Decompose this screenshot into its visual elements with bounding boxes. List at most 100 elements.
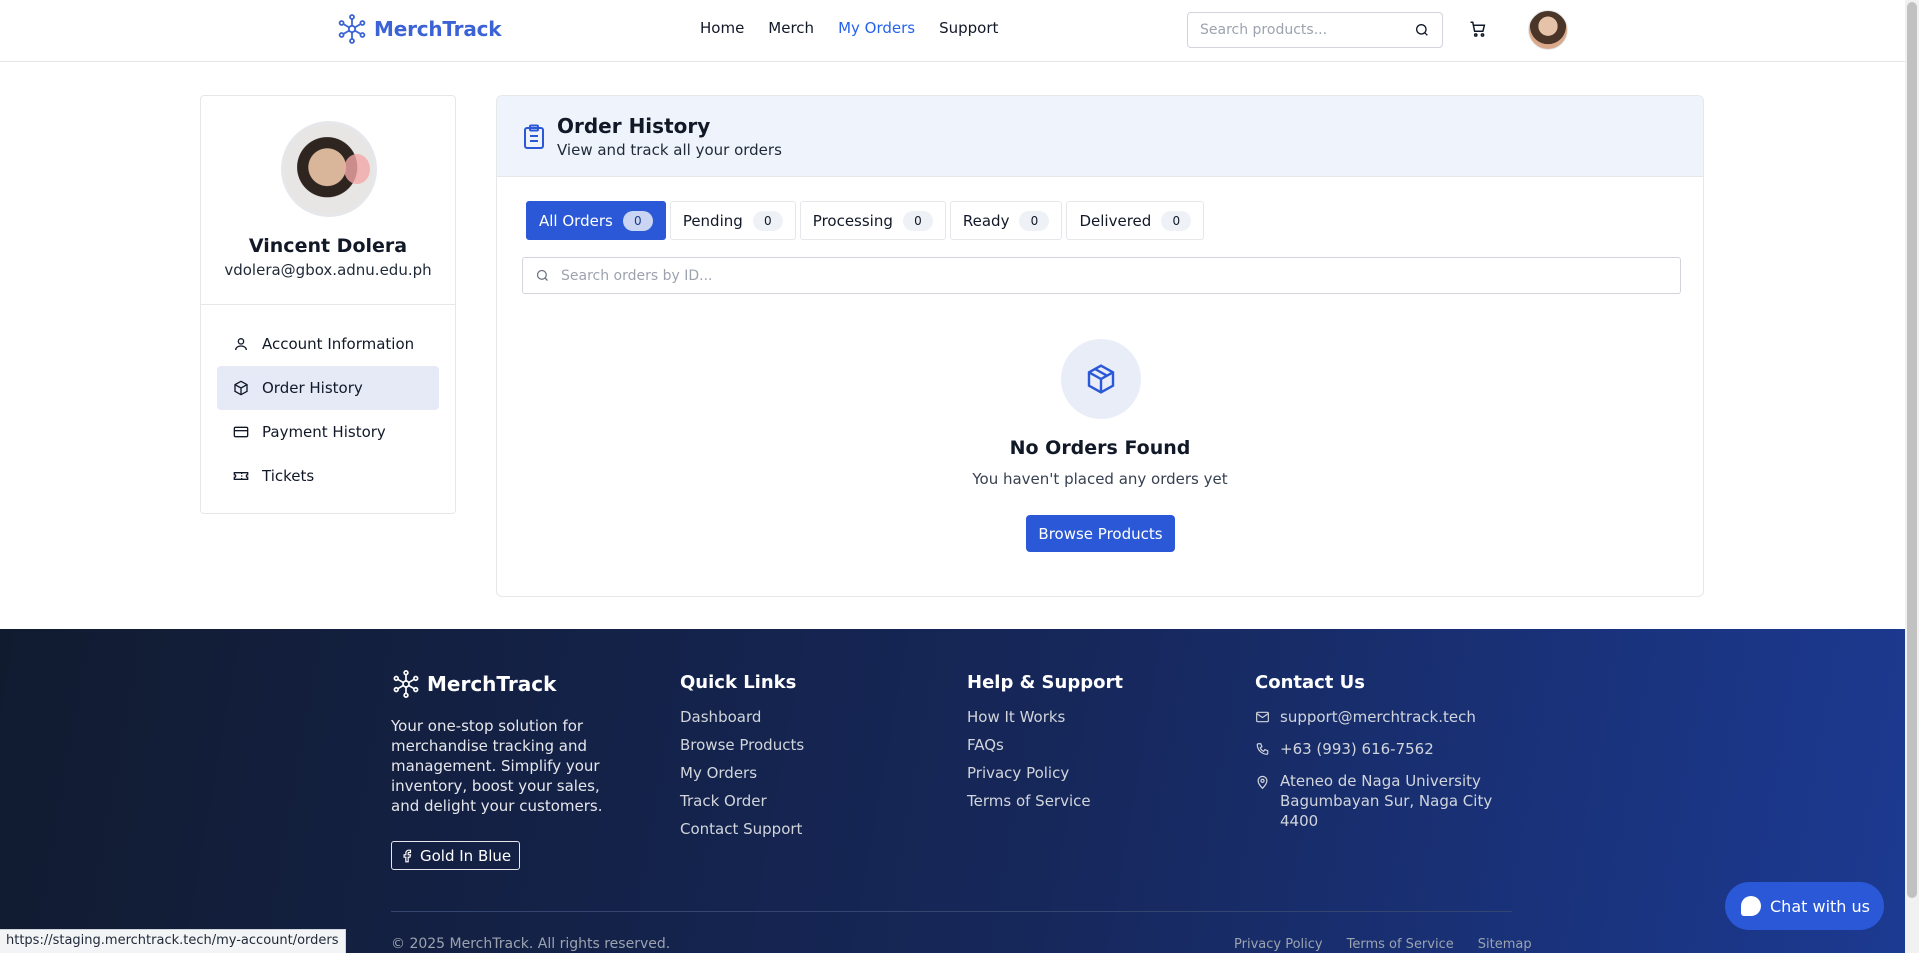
cart-button[interactable] (1466, 17, 1490, 41)
molecule-logo-icon (338, 14, 366, 44)
address-line-3: 4400 (1280, 812, 1319, 830)
clipboard-list-icon (524, 124, 544, 149)
package-icon (1087, 364, 1115, 394)
nav-support[interactable]: Support (939, 19, 998, 37)
count-badge: 0 (1161, 210, 1192, 231)
facebook-link[interactable]: Gold In Blue (391, 841, 521, 870)
footer-description: Your one-stop solution for merchandise t… (391, 717, 603, 815)
empty-state-badge (1061, 339, 1141, 419)
sidebar-divider (201, 304, 455, 305)
footer-brand[interactable]: MerchTrack (391, 669, 556, 699)
order-search (522, 257, 1681, 294)
address-line-2: Bagumbayan Sur, Naga City (1280, 792, 1493, 810)
page-title: Order History (557, 114, 711, 138)
tab-label: Ready (962, 211, 1010, 230)
product-search (1187, 12, 1443, 48)
sidebar-item-label: Payment History (262, 423, 386, 441)
tab-ready[interactable]: Ready 0 (949, 201, 1063, 240)
footer-link-contact-support[interactable]: Contact Support (680, 819, 804, 839)
contact-phone[interactable]: +63 (993) 616-7562 (1255, 739, 1492, 759)
footer-link-browse-products[interactable]: Browse Products (680, 735, 804, 755)
empty-state-subtitle: You haven't placed any orders yet (972, 470, 1228, 488)
count-badge: 0 (1019, 210, 1050, 231)
mail-icon (1256, 711, 1269, 723)
count-badge: 0 (622, 210, 653, 231)
order-status-tabs: All Orders 0 Pending 0 Processing 0 Read… (526, 201, 1205, 240)
credit-card-icon (233, 426, 249, 438)
footer-help: Help & Support How It Works FAQs Privacy… (967, 672, 1123, 819)
footer-bottom-sitemap[interactable]: Sitemap (1478, 937, 1532, 952)
copyright-text: © 2025 MerchTrack. All rights reserved. (391, 936, 671, 952)
search-icon (536, 269, 548, 281)
footer-link-dashboard[interactable]: Dashboard (680, 707, 804, 727)
package-icon (234, 380, 248, 396)
footer-bottom-terms[interactable]: Terms of Service (1347, 937, 1454, 952)
tab-all-orders[interactable]: All Orders 0 (526, 201, 666, 240)
sidebar-item-tickets[interactable]: Tickets (217, 454, 439, 498)
user-avatar-button[interactable] (1528, 10, 1568, 50)
footer-heading: Help & Support (967, 672, 1123, 693)
sidebar-item-label: Order History (262, 379, 363, 397)
order-history-header: Order History View and track all your or… (497, 96, 1703, 177)
account-sidebar: Vincent Dolera vdolera@gbox.adnu.edu.ph … (200, 95, 456, 514)
profile-name: Vincent Dolera (248, 235, 408, 257)
footer-bottom-privacy[interactable]: Privacy Policy (1234, 937, 1323, 952)
profile-email: vdolera@gbox.adnu.edu.ph (224, 261, 432, 279)
chat-button-label: Chat with us (1770, 896, 1870, 916)
search-icon[interactable] (1414, 22, 1430, 38)
contact-address: Ateneo de Naga University Bagumbayan Sur… (1255, 771, 1492, 831)
footer-link-privacy-policy[interactable]: Privacy Policy (967, 763, 1123, 783)
user-icon (235, 338, 247, 351)
chat-bubble-icon (1741, 896, 1761, 916)
nav-home[interactable]: Home (700, 19, 744, 37)
shopping-cart-icon (1470, 21, 1486, 37)
main-nav: Home Merch My Orders Support (700, 19, 998, 37)
address-line-1: Ateneo de Naga University (1280, 772, 1481, 790)
footer-link-how-it-works[interactable]: How It Works (967, 707, 1123, 727)
facebook-link-label: Gold In Blue (420, 846, 512, 865)
brand-link[interactable]: MerchTrack (336, 13, 502, 45)
browse-products-button[interactable]: Browse Products (1026, 515, 1175, 552)
sidebar-item-account-information[interactable]: Account Information (217, 322, 439, 366)
nav-merch[interactable]: Merch (768, 19, 814, 37)
tab-label: Processing (812, 211, 893, 230)
page-subtitle: View and track all your orders (557, 141, 782, 159)
site-footer: MerchTrack Your one-stop solution for me… (0, 629, 1905, 953)
count-badge: 0 (752, 210, 783, 231)
tab-processing[interactable]: Processing 0 (799, 201, 946, 240)
top-navbar: MerchTrack Home Merch My Orders Support (0, 0, 1905, 62)
footer-bottom-links: Privacy Policy Terms of Service Sitemap (1234, 937, 1532, 952)
nav-my-orders[interactable]: My Orders (838, 19, 915, 37)
tab-label: All Orders (539, 211, 613, 230)
brand-name: MerchTrack (374, 17, 502, 41)
footer-link-track-order[interactable]: Track Order (680, 791, 804, 811)
tab-label: Delivered (1079, 211, 1152, 230)
chat-with-us-button[interactable]: Chat with us (1725, 882, 1884, 930)
footer-link-my-orders[interactable]: My Orders (680, 763, 804, 783)
sidebar-item-payment-history[interactable]: Payment History (217, 410, 439, 454)
tab-delivered[interactable]: Delivered 0 (1066, 201, 1205, 240)
product-search-input[interactable] (1200, 22, 1414, 38)
order-search-input[interactable] (561, 267, 1680, 284)
page-scrollbar[interactable] (1905, 0, 1919, 953)
footer-contact: Contact Us support@merchtrack.tech +63 (… (1255, 672, 1492, 843)
footer-link-terms[interactable]: Terms of Service (967, 791, 1123, 811)
footer-heading: Contact Us (1255, 672, 1366, 693)
footer-quick-links: Quick Links Dashboard Browse Products My… (680, 672, 804, 847)
footer-brand-name: MerchTrack (427, 672, 557, 696)
contact-email-text: support@merchtrack.tech (1280, 708, 1476, 726)
footer-link-faqs[interactable]: FAQs (967, 735, 1123, 755)
phone-icon (1256, 743, 1269, 755)
scrollbar-thumb[interactable] (1907, 2, 1917, 898)
sidebar-item-order-history[interactable]: Order History (217, 366, 439, 410)
map-pin-icon (1257, 775, 1268, 790)
contact-email[interactable]: support@merchtrack.tech (1255, 707, 1492, 727)
tab-label: Pending (682, 211, 743, 230)
molecule-logo-icon (393, 670, 419, 698)
footer-divider (391, 911, 1512, 912)
ticket-icon (233, 472, 249, 480)
profile-avatar (281, 121, 377, 217)
empty-state-title: No Orders Found (1009, 437, 1191, 459)
tab-pending[interactable]: Pending 0 (669, 201, 796, 240)
sidebar-item-label: Tickets (262, 467, 315, 485)
